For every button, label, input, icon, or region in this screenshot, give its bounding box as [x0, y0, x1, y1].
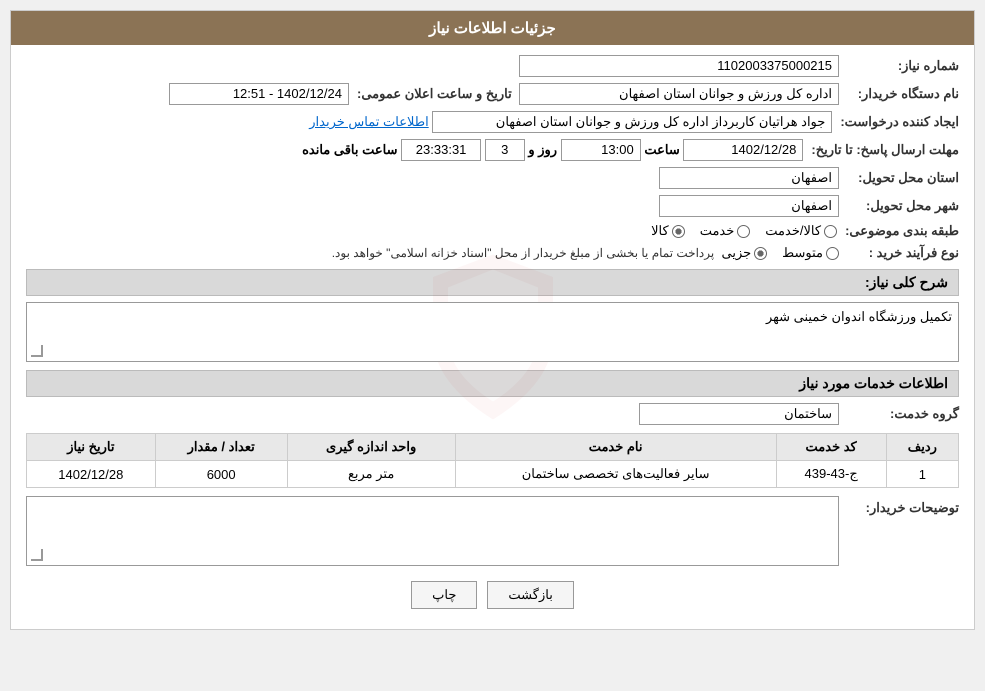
service-group-value: ساختمان [639, 403, 839, 425]
radio-motavasset: متوسط [782, 245, 839, 261]
services-table: ردیف کد خدمت نام خدمت واحد اندازه گیری ت… [26, 433, 959, 488]
province-row: استان محل تحویل: اصفهان [26, 167, 959, 189]
province-value: اصفهان [659, 167, 839, 189]
back-button[interactable]: بازگشت [487, 581, 573, 609]
city-label: شهر محل تحویل: [839, 198, 959, 214]
cell-count: 6000 [155, 461, 287, 488]
print-button[interactable]: چاپ [411, 581, 477, 609]
deadline-time: 13:00 [561, 139, 641, 161]
need-number-value: 1102003375000215 [519, 55, 839, 77]
cell-date: 1402/12/28 [27, 461, 156, 488]
deadline-remain-label: ساعت باقی مانده [302, 142, 397, 158]
category-label: طبقه بندی موضوعی: [837, 223, 959, 239]
radio-jozi-label: جزیی [721, 245, 751, 261]
radio-kala-label: کالا [651, 223, 669, 239]
deadline-day-label: روز و [528, 142, 557, 158]
deadline-remain: 23:33:31 [401, 139, 481, 161]
radio-kala: کالا [651, 223, 685, 239]
cell-code: ج-43-439 [776, 461, 886, 488]
radio-jozi: جزیی [721, 245, 767, 261]
announce-date-value: 1402/12/24 - 12:51 [169, 83, 349, 105]
purchase-type-label: نوع فرآیند خرید : [839, 245, 959, 261]
deadline-time-label: ساعت [644, 142, 679, 158]
category-radio-group: کالا/خدمت خدمت کالا [651, 223, 837, 239]
deadline-row: مهلت ارسال پاسخ: تا تاریخ: 1402/12/28 سا… [26, 139, 959, 161]
contact-link[interactable]: اطلاعات تماس خریدار [309, 114, 428, 130]
province-label: استان محل تحویل: [839, 170, 959, 186]
buyer-desc-box [26, 496, 839, 566]
col-date: تاریخ نیاز [27, 434, 156, 461]
radio-motavasset-label: متوسط [782, 245, 823, 261]
radio-kala-khedmat-label: کالا/خدمت [765, 223, 821, 239]
city-row: شهر محل تحویل: اصفهان [26, 195, 959, 217]
category-row: طبقه بندی موضوعی: کالا/خدمت خدمت کالا [26, 223, 959, 239]
page-title: جزئیات اطلاعات نیاز [11, 11, 974, 45]
deadline-days: 3 [485, 139, 525, 161]
service-group-label: گروه خدمت: [839, 406, 959, 422]
cell-radif: 1 [886, 461, 958, 488]
need-number-row: شماره نیاز: 1102003375000215 [26, 55, 959, 77]
col-name: نام خدمت [455, 434, 776, 461]
buyer-desc-label: توضیحات خریدار: [839, 500, 959, 516]
org-name-label: نام دستگاه خریدار: [839, 86, 959, 102]
org-name-value: اداره کل ورزش و جوانان استان اصفهان [519, 83, 839, 105]
col-count: تعداد / مقدار [155, 434, 287, 461]
radio-khedmat: خدمت [700, 223, 751, 239]
need-desc-value: تکمیل ورزشگاه اندوان خمینی شهر [766, 309, 952, 324]
col-code: کد خدمت [776, 434, 886, 461]
deadline-label: مهلت ارسال پاسخ: تا تاریخ: [803, 142, 959, 158]
city-value: اصفهان [659, 195, 839, 217]
creator-label: ایجاد کننده درخواست: [832, 114, 959, 130]
col-unit: واحد اندازه گیری [287, 434, 455, 461]
creator-row: ایجاد کننده درخواست: جواد هراتیان کاربرد… [26, 111, 959, 133]
buyer-desc-row: توضیحات خریدار: [26, 496, 959, 566]
table-row: 1ج-43-439سایر فعالیت‌های تخصصی ساختمانمت… [27, 461, 959, 488]
need-number-label: شماره نیاز: [839, 58, 959, 74]
announce-date-label: تاریخ و ساعت اعلان عمومی: [349, 86, 512, 102]
org-name-row: نام دستگاه خریدار: اداره کل ورزش و جوانا… [26, 83, 959, 105]
action-buttons: بازگشت چاپ [26, 581, 959, 609]
col-radif: ردیف [886, 434, 958, 461]
radio-kala-khedmat: کالا/خدمت [765, 223, 837, 239]
cell-name: سایر فعالیت‌های تخصصی ساختمان [455, 461, 776, 488]
creator-value: جواد هراتیان کاربرداز اداره کل ورزش و جو… [432, 111, 832, 133]
purchase-radio-group: متوسط جزیی [721, 245, 839, 261]
radio-khedmat-label: خدمت [700, 223, 735, 239]
cell-unit: متر مربع [287, 461, 455, 488]
need-desc-box: تکمیل ورزشگاه اندوان خمینی شهر [26, 302, 959, 362]
deadline-date: 1402/12/28 [683, 139, 803, 161]
